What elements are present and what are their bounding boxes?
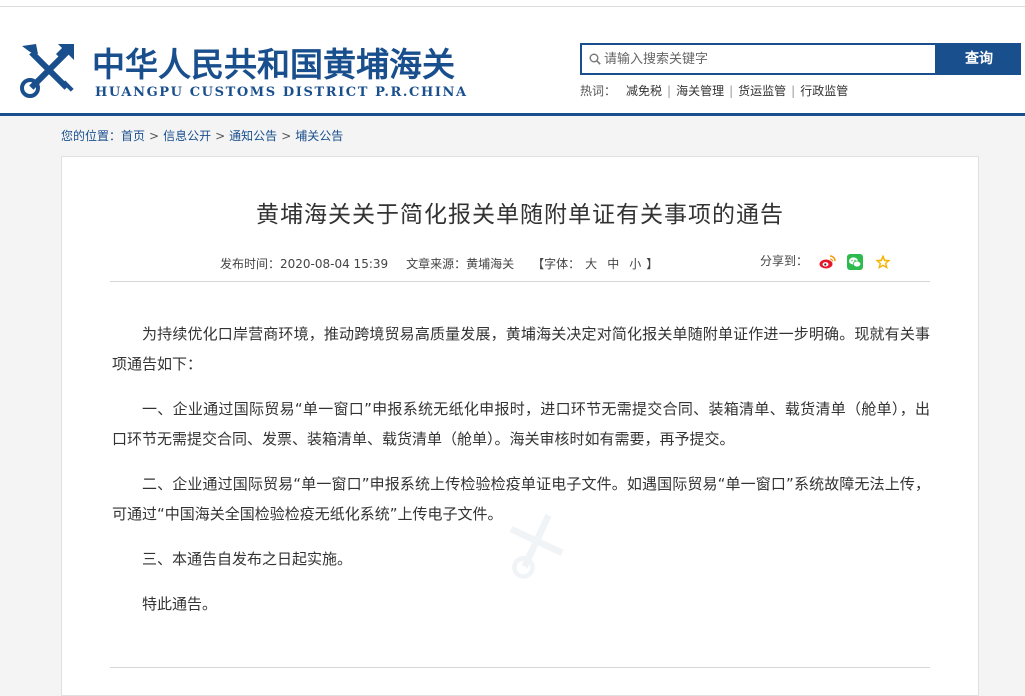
header-top-divider xyxy=(0,6,1025,7)
site-header: 中华人民共和国黄埔海关 HUANGPU CUSTOMS DISTRICT P.R… xyxy=(0,0,1025,116)
hot-word-link[interactable]: 货运监管 xyxy=(738,84,786,98)
hot-word-separator: | xyxy=(667,84,672,98)
article-paragraph: 一、企业通过国际贸易“单一窗口”申报系统无纸化申报时，进口环节无需提交合同、装箱… xyxy=(112,400,930,448)
hot-word-separator: | xyxy=(729,84,734,98)
article-body: 为持续优化口岸营商环境，推动跨境贸易高质量发展，黄埔海关决定对简化报关单随附单证… xyxy=(112,319,930,634)
search-box xyxy=(580,43,937,75)
article-paragraph: 二、企业通过国际贸易“单一窗口”申报系统上传检验检疫单证电子文件。如遇国际贸易“… xyxy=(112,475,930,523)
site-title[interactable]: 中华人民共和国黄埔海关 xyxy=(92,38,455,86)
hot-word-separator: | xyxy=(791,84,796,98)
search-input[interactable] xyxy=(604,45,924,73)
wechat-icon[interactable] xyxy=(846,253,864,271)
breadcrumb-link[interactable]: 通知公告 xyxy=(229,129,277,143)
site-subtitle: HUANGPU CUSTOMS DISTRICT P.R.CHINA xyxy=(95,85,468,100)
article-paragraph: 特此通告。 xyxy=(142,595,218,613)
weibo-icon[interactable] xyxy=(818,253,836,271)
footer-divider xyxy=(110,667,930,668)
search-button[interactable]: 查询 xyxy=(937,43,1021,75)
customs-emblem-icon[interactable] xyxy=(18,40,80,102)
favorite-star-icon[interactable] xyxy=(874,253,892,271)
publish-time: 发布时间：2020-08-04 15:39 xyxy=(220,257,389,271)
breadcrumb-separator: > xyxy=(215,129,226,143)
article-paragraph: 为持续优化口岸营商环境，推动跨境贸易高质量发展，黄埔海关决定对简化报关单随附单证… xyxy=(112,325,930,373)
meta-divider xyxy=(110,281,930,282)
font-size-prefix: 【字体： xyxy=(532,257,581,271)
breadcrumb-link[interactable]: 埔关公告 xyxy=(295,129,343,143)
article-container: 黄埔海关关于简化报关单随附单证有关事项的通告 发布时间：2020-08-04 1… xyxy=(61,156,979,696)
hot-words-label: 热词： xyxy=(580,84,617,98)
hot-word-link[interactable]: 海关管理 xyxy=(676,84,724,98)
breadcrumb-separator: > xyxy=(281,129,292,143)
article-paragraph: 三、本通告自发布之日起实施。 xyxy=(142,550,353,568)
article-meta: 发布时间：2020-08-04 15:39 文章来源：黄埔海关 【字体： 大中小】 xyxy=(220,255,658,272)
hot-word-link[interactable]: 减免税 xyxy=(626,84,662,98)
font-size-medium-button[interactable]: 中 xyxy=(607,257,619,271)
breadcrumb: 您的位置：首页 > 信息公开 > 通知公告 > 埔关公告 xyxy=(61,127,343,144)
breadcrumb-link[interactable]: 首页 xyxy=(121,129,145,143)
article-title: 黄埔海关关于简化报关单随附单证有关事项的通告 xyxy=(256,202,784,228)
font-size-suffix: 】 xyxy=(646,257,659,271)
font-size-small-button[interactable]: 小 xyxy=(629,257,641,271)
share-bar: 分享到： xyxy=(760,252,892,271)
hot-words: 热词： 减免税 | 海关管理 | 货运监管 | 行政监管 xyxy=(580,82,848,99)
search-icon xyxy=(589,53,601,65)
share-label: 分享到： xyxy=(760,254,809,268)
hot-word-link[interactable]: 行政监管 xyxy=(800,84,848,98)
breadcrumb-separator: > xyxy=(149,129,160,143)
breadcrumb-prefix: 您的位置： xyxy=(61,129,122,143)
font-size-large-button[interactable]: 大 xyxy=(585,257,597,271)
article-source: 文章来源：黄埔海关 xyxy=(406,257,515,271)
breadcrumb-link[interactable]: 信息公开 xyxy=(163,129,211,143)
